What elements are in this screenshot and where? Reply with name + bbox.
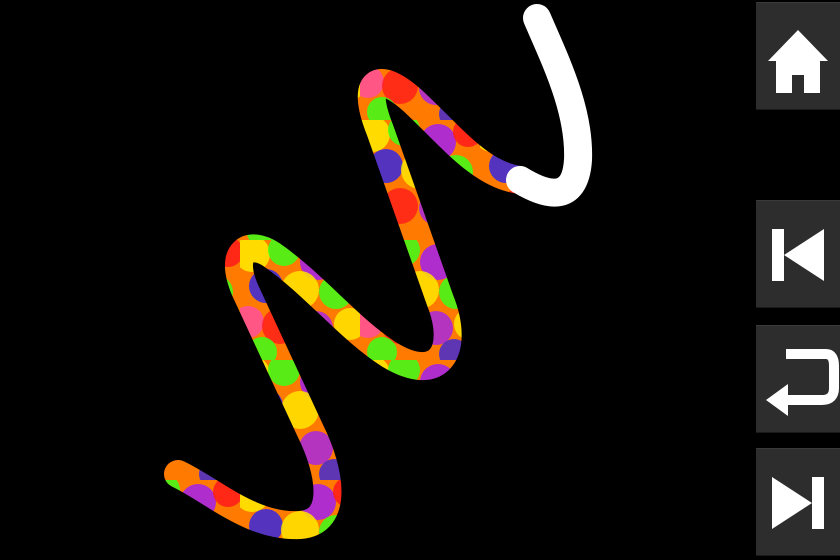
undo-button[interactable] bbox=[756, 325, 840, 433]
drawn-stroke bbox=[164, 69, 534, 540]
skip-next-icon bbox=[772, 477, 824, 529]
return-arrow-icon bbox=[766, 349, 839, 416]
control-sidebar bbox=[756, 0, 840, 560]
next-button[interactable] bbox=[756, 448, 840, 556]
remaining-path bbox=[506, 4, 593, 207]
skip-previous-icon bbox=[772, 229, 824, 281]
game-screen bbox=[0, 0, 840, 560]
drawing-canvas[interactable] bbox=[0, 0, 756, 560]
home-button[interactable] bbox=[756, 2, 840, 110]
home-icon bbox=[768, 30, 828, 93]
previous-button[interactable] bbox=[756, 200, 840, 308]
